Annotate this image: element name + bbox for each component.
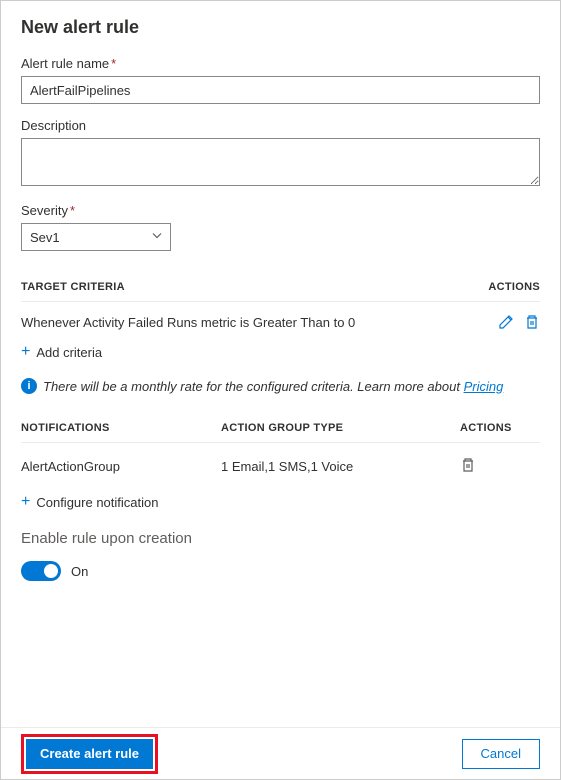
alert-name-label: Alert rule name* — [21, 56, 540, 71]
description-label: Description — [21, 118, 540, 133]
notification-row: AlertActionGroup 1 Email,1 SMS,1 Voice — [21, 457, 540, 476]
page-title: New alert rule — [21, 17, 540, 38]
notification-type: 1 Email,1 SMS,1 Voice — [221, 459, 460, 474]
enable-rule-heading: Enable rule upon creation — [21, 530, 540, 547]
target-criteria-heading: TARGET CRITERIA — [21, 281, 125, 293]
notif-actions-heading: ACTIONS — [460, 422, 540, 434]
delete-notification-icon[interactable] — [460, 457, 476, 473]
delete-icon[interactable] — [524, 314, 540, 330]
alert-name-input[interactable] — [21, 76, 540, 104]
info-icon: i — [21, 378, 37, 394]
info-text: There will be a monthly rate for the con… — [43, 379, 503, 394]
criteria-text: Whenever Activity Failed Runs metric is … — [21, 315, 355, 330]
severity-select[interactable]: Sev1 — [21, 223, 171, 251]
action-group-type-heading: ACTION GROUP TYPE — [221, 422, 460, 434]
footer: Create alert rule Cancel — [1, 727, 560, 779]
notifications-heading: NOTIFICATIONS — [21, 422, 221, 434]
edit-icon[interactable] — [498, 314, 514, 330]
add-criteria-button[interactable]: + Add criteria — [21, 344, 540, 360]
create-alert-rule-button[interactable]: Create alert rule — [26, 739, 153, 769]
notification-name: AlertActionGroup — [21, 459, 221, 474]
target-actions-heading: ACTIONS — [488, 281, 540, 293]
description-textarea[interactable] — [21, 138, 540, 186]
pricing-link[interactable]: Pricing — [464, 379, 504, 394]
plus-icon: + — [21, 494, 30, 510]
create-button-highlight: Create alert rule — [21, 734, 158, 774]
configure-notification-button[interactable]: + Configure notification — [21, 494, 540, 510]
plus-icon: + — [21, 344, 30, 360]
enable-toggle-label: On — [71, 564, 88, 579]
enable-toggle[interactable] — [21, 561, 61, 581]
severity-label: Severity* — [21, 203, 540, 218]
cancel-button[interactable]: Cancel — [462, 739, 540, 769]
